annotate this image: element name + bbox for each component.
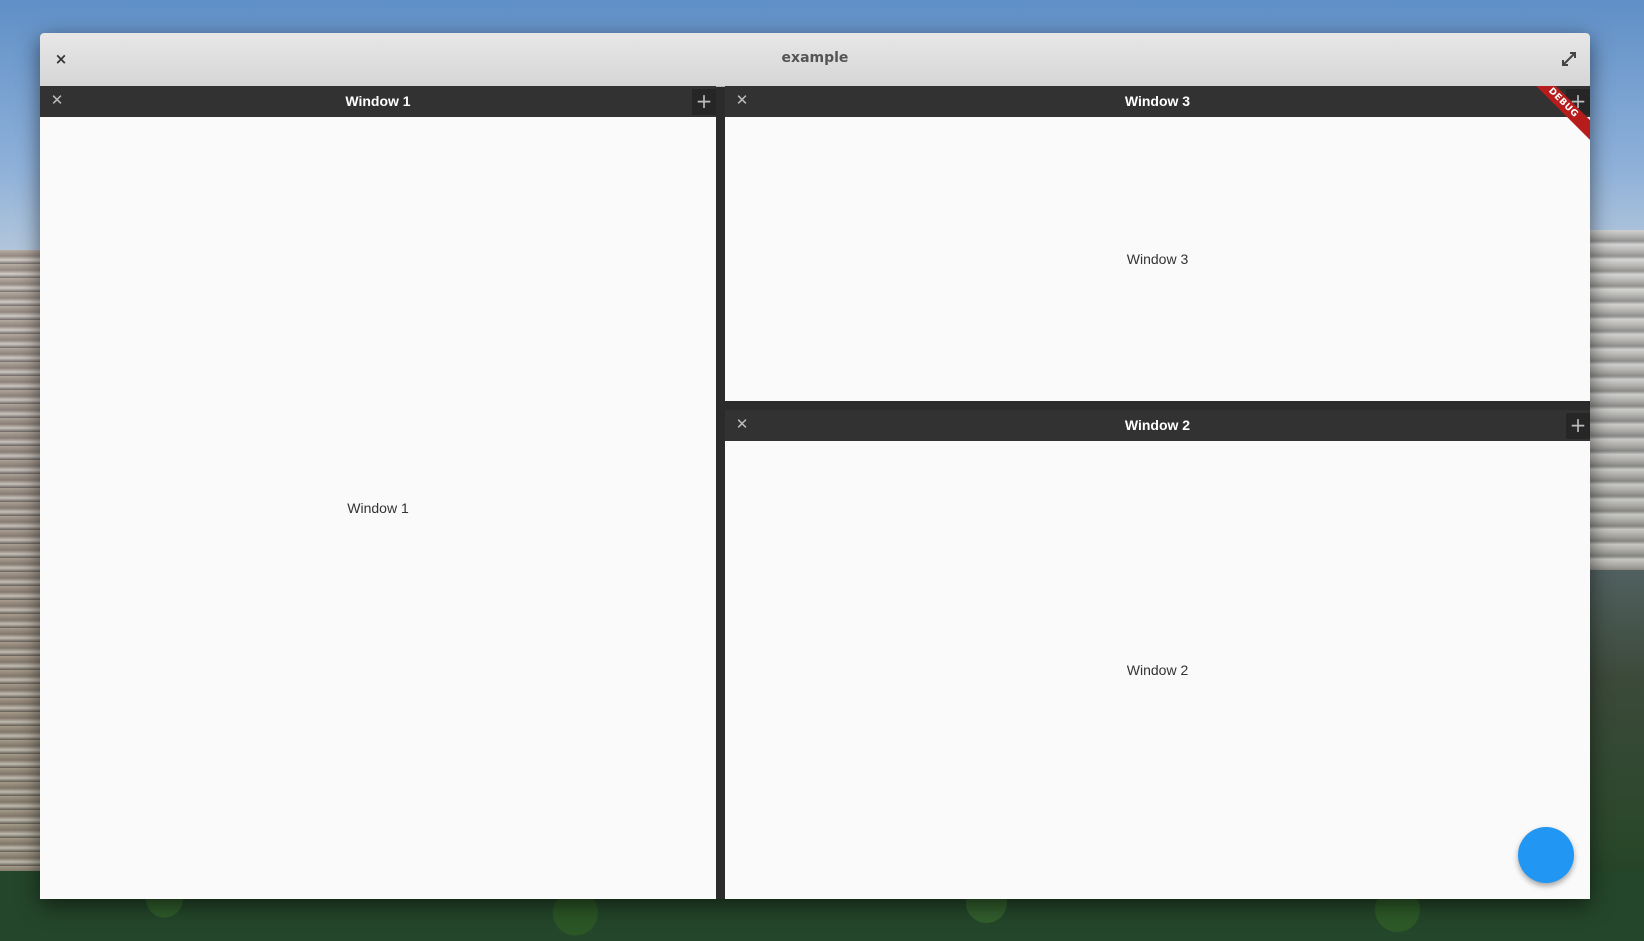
app-window: × example ✕ Window 1 + Window 1 ✕ Window…: [40, 33, 1590, 899]
pane-content-window-2: Window 2: [1126, 662, 1189, 678]
pane-add-button-window-1[interactable]: +: [692, 89, 716, 115]
plus-icon: +: [695, 89, 713, 113]
floating-action-button[interactable]: [1518, 827, 1574, 883]
pane-content-window-3: Window 3: [1126, 251, 1189, 267]
app-maximize-button[interactable]: [1560, 50, 1578, 68]
pane-body-window-1: Window 1: [40, 117, 716, 899]
pane-window-2: ✕ Window 2 + Window 2: [725, 410, 1590, 899]
pane-window-1: ✕ Window 1 + Window 1: [40, 86, 716, 899]
pane-header-window-3: ✕ Window 3 + DEBUG: [725, 86, 1590, 147]
pane-body-window-3: Window 3: [725, 117, 1590, 401]
pane-add-button-window-2[interactable]: +: [1566, 413, 1590, 439]
pane-header-window-1: ✕ Window 1 +: [40, 86, 716, 117]
pane-window-3: ✕ Window 3 + DEBUG Window 3: [725, 86, 1590, 401]
pane-title-window-3: Window 3: [1124, 93, 1191, 109]
maximize-icon: [1562, 52, 1576, 66]
pane-content-window-1: Window 1: [347, 500, 409, 516]
pane-title-window-2: Window 2: [1124, 417, 1191, 433]
app-titlebar: × example: [40, 33, 1590, 87]
plus-icon: +: [1569, 413, 1587, 437]
app-title: example: [781, 50, 849, 66]
pane-body-window-2: Window 2: [725, 441, 1590, 899]
pane-header-window-2: ✕ Window 2 +: [725, 410, 1590, 441]
desktop-wallpaper-right: [1590, 230, 1644, 570]
pane-title-window-1: Window 1: [345, 93, 411, 109]
desktop-wallpaper-left: [0, 250, 42, 941]
